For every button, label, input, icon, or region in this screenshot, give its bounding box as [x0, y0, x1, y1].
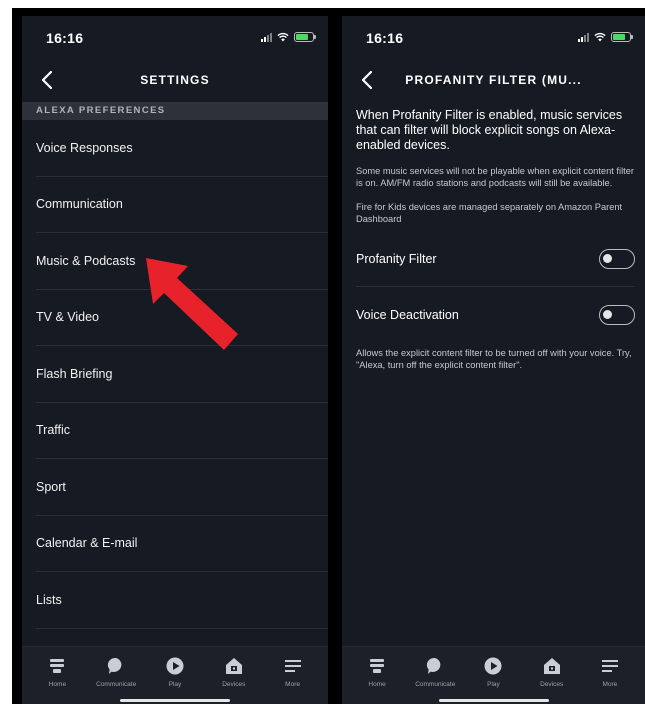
toggle-knob — [603, 253, 612, 263]
menu-item-label: Calendar & E-mail — [36, 536, 138, 551]
status-bar: 16:16 — [342, 16, 645, 62]
menu-item-traffic[interactable]: Traffic — [36, 403, 328, 459]
tab-home[interactable]: Home — [348, 647, 406, 704]
home-icon — [50, 659, 65, 673]
menu-item-label: Music & Podcasts — [36, 253, 136, 268]
menu-item-sport[interactable]: Sport — [36, 459, 328, 516]
tab-label: More — [602, 681, 618, 688]
menu-item-label: Communication — [36, 197, 123, 212]
menu-item-calendar-email[interactable]: Calendar & E-mail — [36, 516, 328, 572]
tab-play[interactable]: Play — [464, 647, 522, 704]
tab-label: Devices — [222, 681, 246, 688]
signal-icon — [261, 32, 272, 42]
tab-home[interactable]: Home — [28, 647, 86, 704]
profanity-filter-row: Profanity Filter — [356, 231, 635, 287]
wifi-icon — [594, 32, 606, 42]
tab-communicate[interactable]: Communicate — [87, 647, 145, 704]
tab-more[interactable]: More — [581, 647, 639, 704]
tab-devices[interactable]: Devices — [205, 647, 263, 704]
tab-devices[interactable]: Devices — [523, 647, 581, 704]
status-time: 16:16 — [46, 30, 84, 46]
page-title: SETTINGS — [140, 73, 210, 87]
menu-item-communication[interactable]: Communication — [36, 177, 328, 233]
play-icon — [484, 657, 502, 675]
menu-item-voice-responses[interactable]: Voice Responses — [36, 120, 328, 177]
back-chevron-icon[interactable] — [356, 68, 380, 92]
tab-label: More — [285, 681, 300, 688]
tab-label: Play — [487, 681, 500, 688]
tab-bar: Home Communicate Play Devices More — [342, 646, 645, 704]
communicate-icon — [108, 657, 122, 674]
tab-label: Home — [368, 681, 386, 688]
screenshot-frame: 16:16 SETTINGS ALEXA PREFERENCES Voice R… — [12, 8, 645, 704]
preferences-list: Voice Responses Communication Music & Po… — [22, 120, 328, 629]
menu-item-lists[interactable]: Lists — [36, 572, 328, 629]
home-icon — [370, 659, 385, 673]
battery-icon — [294, 32, 316, 42]
menu-item-label: Traffic — [36, 423, 71, 438]
play-icon — [166, 657, 184, 675]
nav-bar: SETTINGS — [22, 62, 328, 100]
tab-label: Home — [48, 681, 67, 688]
toggle-list: Profanity Filter Voice Deactivation — [356, 231, 635, 343]
toggle-knob — [603, 310, 612, 319]
kids-note: Fire for Kids devices are managed separa… — [356, 202, 623, 224]
home-indicator — [438, 699, 549, 702]
profanity-filter-screen: 16:16 PROFANITY FILTER (MU... When Profa… — [342, 16, 645, 704]
signal-icon — [578, 32, 589, 42]
toggle-label: Voice Deactivation — [356, 308, 459, 322]
page-title: PROFANITY FILTER (MU... — [405, 73, 582, 87]
devices-icon — [543, 658, 560, 674]
tab-label: Devices — [540, 681, 564, 688]
communicate-icon — [427, 657, 441, 674]
tab-label: Play — [168, 681, 182, 688]
battery-icon — [611, 32, 633, 42]
nav-bar: PROFANITY FILTER (MU... — [342, 62, 645, 100]
tab-play[interactable]: Play — [146, 647, 204, 704]
description-note: Some music services will not be playable… — [356, 166, 634, 188]
devices-icon — [225, 658, 242, 674]
toggle-label: Profanity Filter — [356, 251, 437, 266]
home-indicator — [120, 699, 230, 702]
profanity-filter-toggle[interactable] — [599, 248, 635, 269]
tab-communicate[interactable]: Communicate — [406, 647, 464, 704]
voice-deactivation-row: Voice Deactivation — [356, 287, 635, 343]
description-lead: When Profanity Filter is enabled, music … — [356, 108, 623, 152]
menu-item-label: Flash Briefing — [36, 366, 113, 381]
menu-item-label: Lists — [36, 592, 62, 607]
tab-label: Communicate — [96, 681, 137, 688]
status-time: 16:16 — [366, 30, 404, 46]
status-bar: 16:16 — [22, 16, 328, 62]
voice-deactivation-note: Allows the explicit content filter to be… — [356, 348, 632, 370]
filter-content: When Profanity Filter is enabled, music … — [356, 108, 635, 371]
wifi-icon — [277, 32, 289, 42]
settings-screen: 16:16 SETTINGS ALEXA PREFERENCES Voice R… — [22, 16, 328, 704]
menu-item-label: Sport — [36, 479, 66, 494]
tab-bar: Home Communicate Play Devices More — [22, 646, 328, 704]
more-icon — [284, 660, 301, 672]
tab-label: Communicate — [415, 681, 456, 688]
red-arrow-annotation — [146, 258, 238, 350]
section-header: ALEXA PREFERENCES — [22, 102, 328, 120]
menu-item-label: Voice Responses — [36, 140, 133, 155]
tab-more[interactable]: More — [264, 647, 322, 704]
more-icon — [601, 660, 618, 672]
voice-deactivation-toggle[interactable] — [599, 305, 635, 325]
menu-item-label: TV & Video — [36, 310, 100, 325]
